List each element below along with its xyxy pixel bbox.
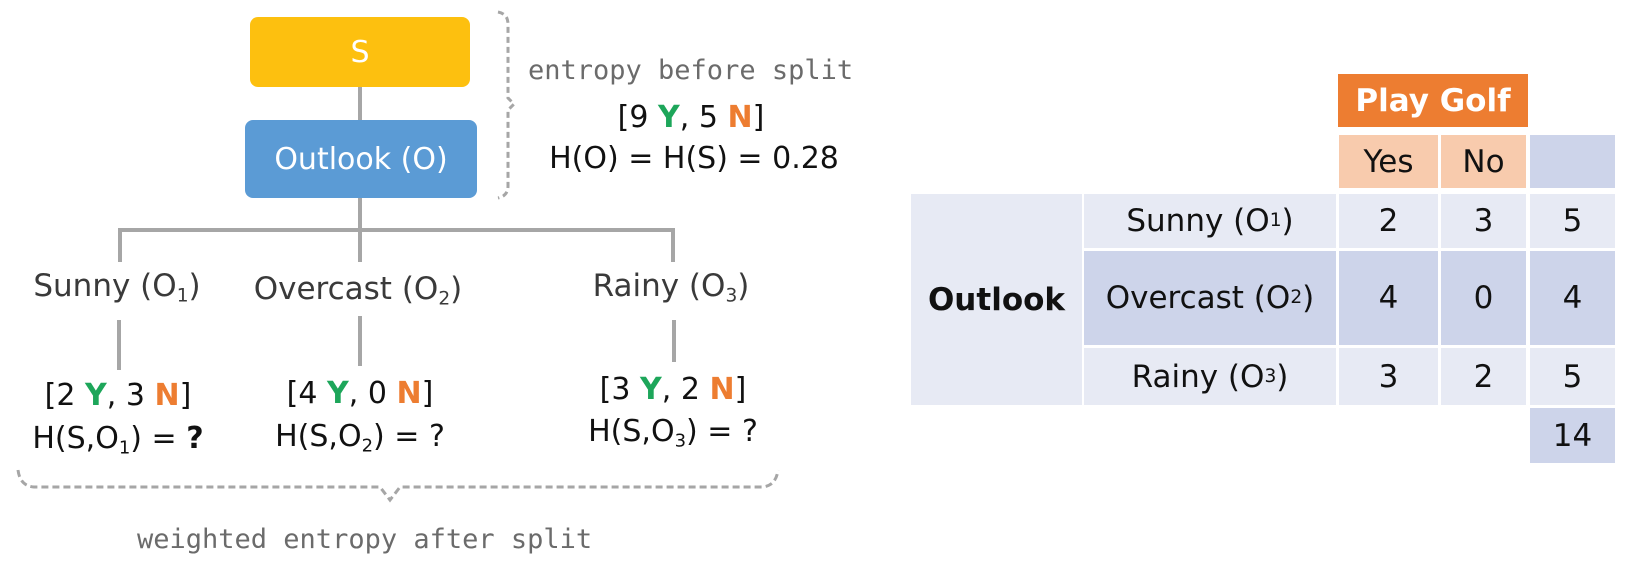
caption-after-split: weighted entropy after split (137, 524, 593, 555)
counts-rainy: [3 Y, 2 N] (599, 372, 747, 407)
caption-before-split: entropy before split (528, 55, 854, 86)
yes-symbol: Y (658, 100, 680, 135)
entropy-subscript: 2 (361, 435, 374, 457)
split-node-label: Outlook (O) (274, 141, 448, 177)
branch-name: Overcast (253, 271, 392, 307)
branch-subscript: 1 (176, 285, 189, 307)
brace-after-split (16, 469, 780, 503)
branch-label-overcast: Overcast (O2) (253, 271, 463, 310)
no-symbol: N (727, 100, 753, 135)
table-cell-overcast-total: 4 (1530, 251, 1615, 345)
bracket-open: [ (617, 100, 630, 135)
root-node-s: S (250, 17, 470, 87)
yes-symbol: Y (327, 376, 349, 411)
entropy-subscript: 1 (118, 437, 131, 459)
yes-count: 2 (56, 378, 76, 413)
bracket-close: ] (752, 100, 765, 135)
table-grand-total: 14 (1530, 408, 1615, 463)
table-cell-rainy-total: 5 (1530, 348, 1615, 405)
row-label: Sunny (1126, 203, 1224, 239)
root-node-label: S (350, 34, 370, 70)
no-count: 3 (125, 378, 145, 413)
branch-label-sunny: Sunny (O1) (33, 268, 201, 307)
table-row-label-rainy: Rainy (O 3) (1084, 348, 1336, 405)
table-row-group-outlook: Outlook (911, 194, 1082, 405)
branch-subscript: 2 (438, 288, 451, 310)
table-col-total (1530, 135, 1615, 188)
entropy-prefix: H(S,O (275, 419, 362, 454)
table-header-play-golf: Play Golf (1338, 74, 1528, 127)
table-cell-overcast-yes: 4 (1339, 251, 1438, 345)
no-symbol: N (396, 376, 422, 411)
yes-count: 9 (629, 100, 649, 135)
yes-symbol: Y (640, 372, 662, 407)
entropy-suffix: ) = (373, 419, 429, 454)
branch-label-rainy: Rainy (O3) (592, 268, 750, 307)
table-col-yes: Yes (1339, 135, 1438, 188)
entropy-value: ? (741, 414, 758, 449)
table-col-no: No (1441, 135, 1526, 188)
no-count: 2 (680, 372, 700, 407)
yes-symbol: Y (85, 378, 107, 413)
entropy-overcast: H(S,O2) = ? (275, 419, 445, 457)
counts-sunny: [2 Y, 3 N] (44, 378, 192, 413)
branch-name: Rainy (592, 268, 680, 304)
branch-subscript: 3 (725, 285, 738, 307)
table-cell-overcast-no: 0 (1441, 251, 1526, 345)
entropy-prefix: H(S,O (32, 421, 119, 456)
counts-before-split: [9 Y, 5 N] (618, 100, 765, 135)
row-label: Rainy (1131, 358, 1219, 395)
brace-before-split (497, 10, 517, 200)
yes-count: 3 (611, 372, 631, 407)
separator: , (679, 100, 690, 135)
table-row-label-sunny: Sunny (O 1) (1084, 194, 1336, 248)
table-cell-sunny-yes: 2 (1339, 194, 1438, 248)
table-cell-rainy-no: 2 (1441, 348, 1526, 405)
no-symbol: N (154, 378, 180, 413)
table-cell-rainy-yes: 3 (1339, 348, 1438, 405)
entropy-suffix: ) = (686, 414, 742, 449)
table-cell-sunny-total: 5 (1530, 194, 1615, 248)
no-count: 5 (698, 100, 718, 135)
no-count: 0 (367, 376, 387, 411)
entropy-rainy: H(S,O3) = ? (588, 414, 758, 452)
table-row-label-overcast: Overcast (O 2) (1084, 251, 1336, 345)
split-node-outlook: Outlook (O) (245, 120, 477, 198)
row-label: Overcast (1105, 280, 1244, 316)
branch-name: Sunny (33, 268, 131, 304)
entropy-value: ? (428, 419, 445, 454)
table-cell-sunny-no: 3 (1441, 194, 1526, 248)
counts-overcast: [4 Y, 0 N] (286, 376, 434, 411)
entropy-value: ? (186, 421, 204, 456)
yes-count: 4 (298, 376, 318, 411)
no-symbol: N (709, 372, 735, 407)
formula-before-split: H(O) = H(S) = 0.28 (549, 141, 839, 176)
entropy-sunny: H(S,O1) = ? (32, 421, 204, 459)
entropy-subscript: 3 (674, 430, 687, 452)
entropy-suffix: ) = (130, 421, 187, 456)
entropy-prefix: H(S,O (588, 414, 675, 449)
